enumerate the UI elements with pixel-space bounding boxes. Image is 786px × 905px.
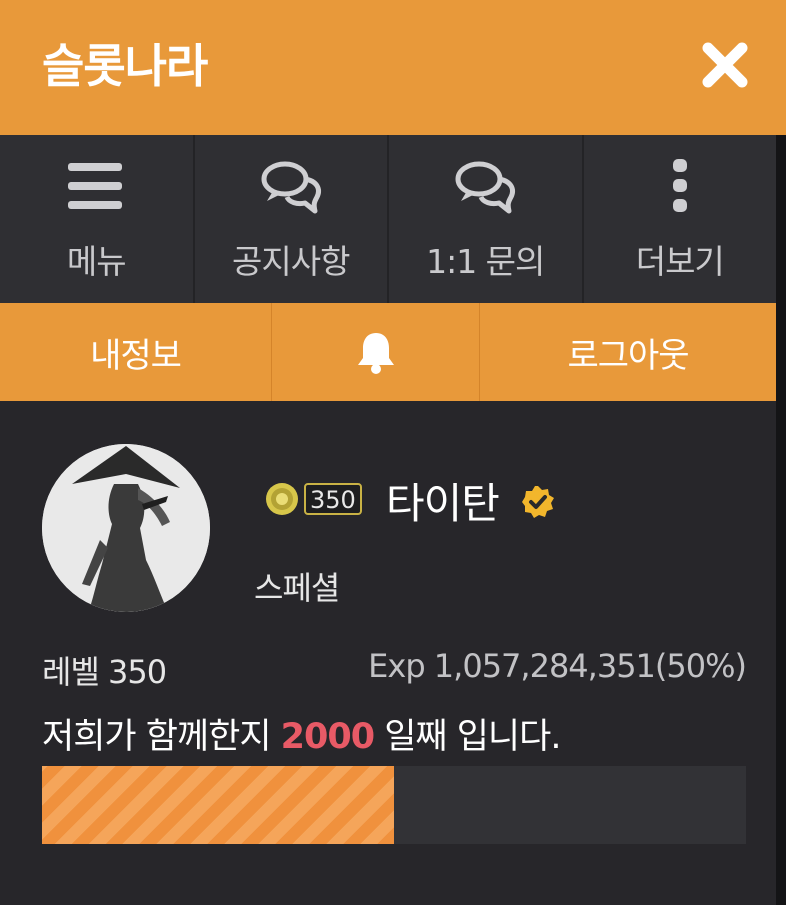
nav-item-label: 공지사항 <box>232 242 350 281</box>
membership-days-prefix: 저희가 함께한지 <box>42 717 281 757</box>
bell-icon <box>357 333 394 374</box>
membership-days-text: 저희가 함께한지 2000 일째 입니다. <box>42 708 561 759</box>
nav-item-label: 1:1 문의 <box>426 242 545 281</box>
nav-item-label: 더보기 <box>635 242 725 281</box>
app-header: 슬롯나라 <box>0 0 786 135</box>
member-grade: 스페셜 <box>254 569 340 607</box>
membership-days-suffix: 일째 입니다. <box>374 717 561 757</box>
nav-item-label: 메뉴 <box>66 242 127 281</box>
vertical-dots-icon <box>672 159 687 212</box>
logout-button[interactable]: 로그아웃 <box>480 303 776 401</box>
gold-medal-icon <box>266 483 298 515</box>
site-title: 슬롯나라 <box>42 39 208 93</box>
verified-badge-icon <box>522 486 554 518</box>
exp-progress-fill <box>42 766 394 844</box>
nav-item-notice[interactable]: 공지사항 <box>195 135 389 303</box>
account-action-bar: 내정보 로그아웃 <box>0 303 776 401</box>
notifications-button[interactable] <box>272 303 480 401</box>
avatar <box>42 444 210 612</box>
level-badge: 350 <box>262 478 370 520</box>
my-info-button[interactable]: 내정보 <box>0 303 272 401</box>
exp-text: Exp 1,057,284,351(50%) <box>368 647 747 685</box>
exp-progress-bar <box>42 766 746 844</box>
close-icon <box>702 42 748 88</box>
samurai-avatar-image <box>42 444 210 612</box>
chat-bubbles-icon <box>455 161 516 214</box>
chat-bubbles-icon <box>261 161 321 214</box>
level-text: 레벨 350 <box>42 653 167 691</box>
quick-nav: 메뉴 공지사항 1:1 문의 더보기 <box>0 135 776 303</box>
nav-item-menu[interactable]: 메뉴 <box>0 135 195 303</box>
close-button[interactable] <box>700 40 750 90</box>
nav-item-more[interactable]: 더보기 <box>584 135 777 303</box>
right-edge-scrollbar <box>776 135 786 905</box>
hamburger-menu-icon <box>68 163 123 209</box>
nickname: 타이탄 <box>386 479 500 528</box>
membership-days-count: 2000 <box>280 717 375 757</box>
level-badge-number: 350 <box>304 483 362 515</box>
nav-item-inquiry[interactable]: 1:1 문의 <box>389 135 584 303</box>
